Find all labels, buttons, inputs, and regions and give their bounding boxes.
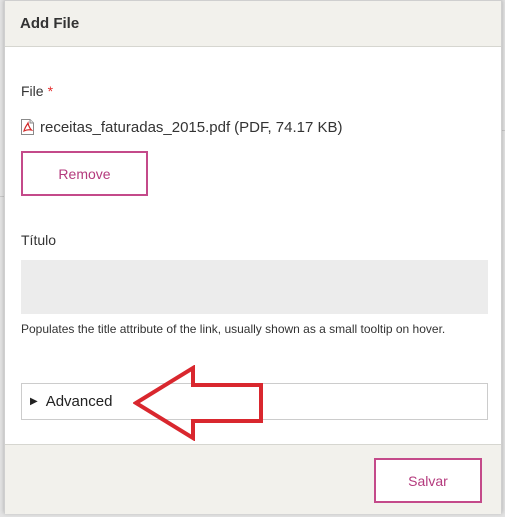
- title-input[interactable]: [21, 260, 488, 314]
- file-label-text: File: [21, 83, 44, 99]
- add-file-dialog: Add File File * receitas_faturadas_2015.p…: [4, 0, 502, 514]
- file-meta: (PDF, 74.17 KB): [234, 118, 343, 136]
- file-field-label: File *: [21, 83, 53, 99]
- caret-right-icon: ▶: [30, 396, 38, 407]
- required-indicator: *: [47, 83, 54, 99]
- uploaded-file: receitas_faturadas_2015.pdf (PDF, 74.17 …: [21, 117, 343, 137]
- save-button[interactable]: Salvar: [374, 458, 482, 503]
- advanced-label: Advanced: [45, 393, 113, 410]
- title-help-text: Populates the title attribute of the lin…: [21, 322, 446, 336]
- dialog-footer: Salvar: [5, 444, 501, 514]
- title-field-label: Título: [21, 232, 57, 248]
- remove-button[interactable]: Remove: [21, 151, 148, 196]
- dialog-header: Add File: [5, 1, 501, 47]
- pdf-file-icon: [21, 119, 34, 135]
- dialog-title: Add File: [20, 15, 80, 32]
- file-name-link[interactable]: receitas_faturadas_2015.pdf: [40, 119, 230, 136]
- left-arrow-annotation: [132, 364, 265, 446]
